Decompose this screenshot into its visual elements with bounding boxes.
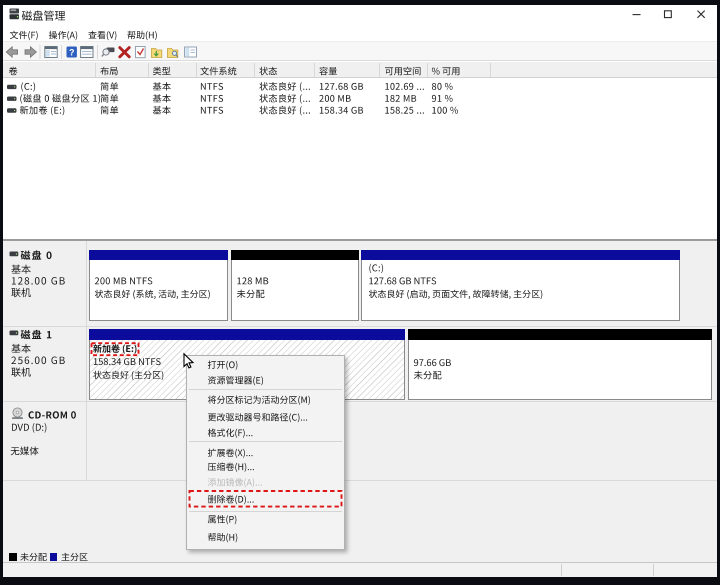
svg-text:?: ? [69,47,75,57]
